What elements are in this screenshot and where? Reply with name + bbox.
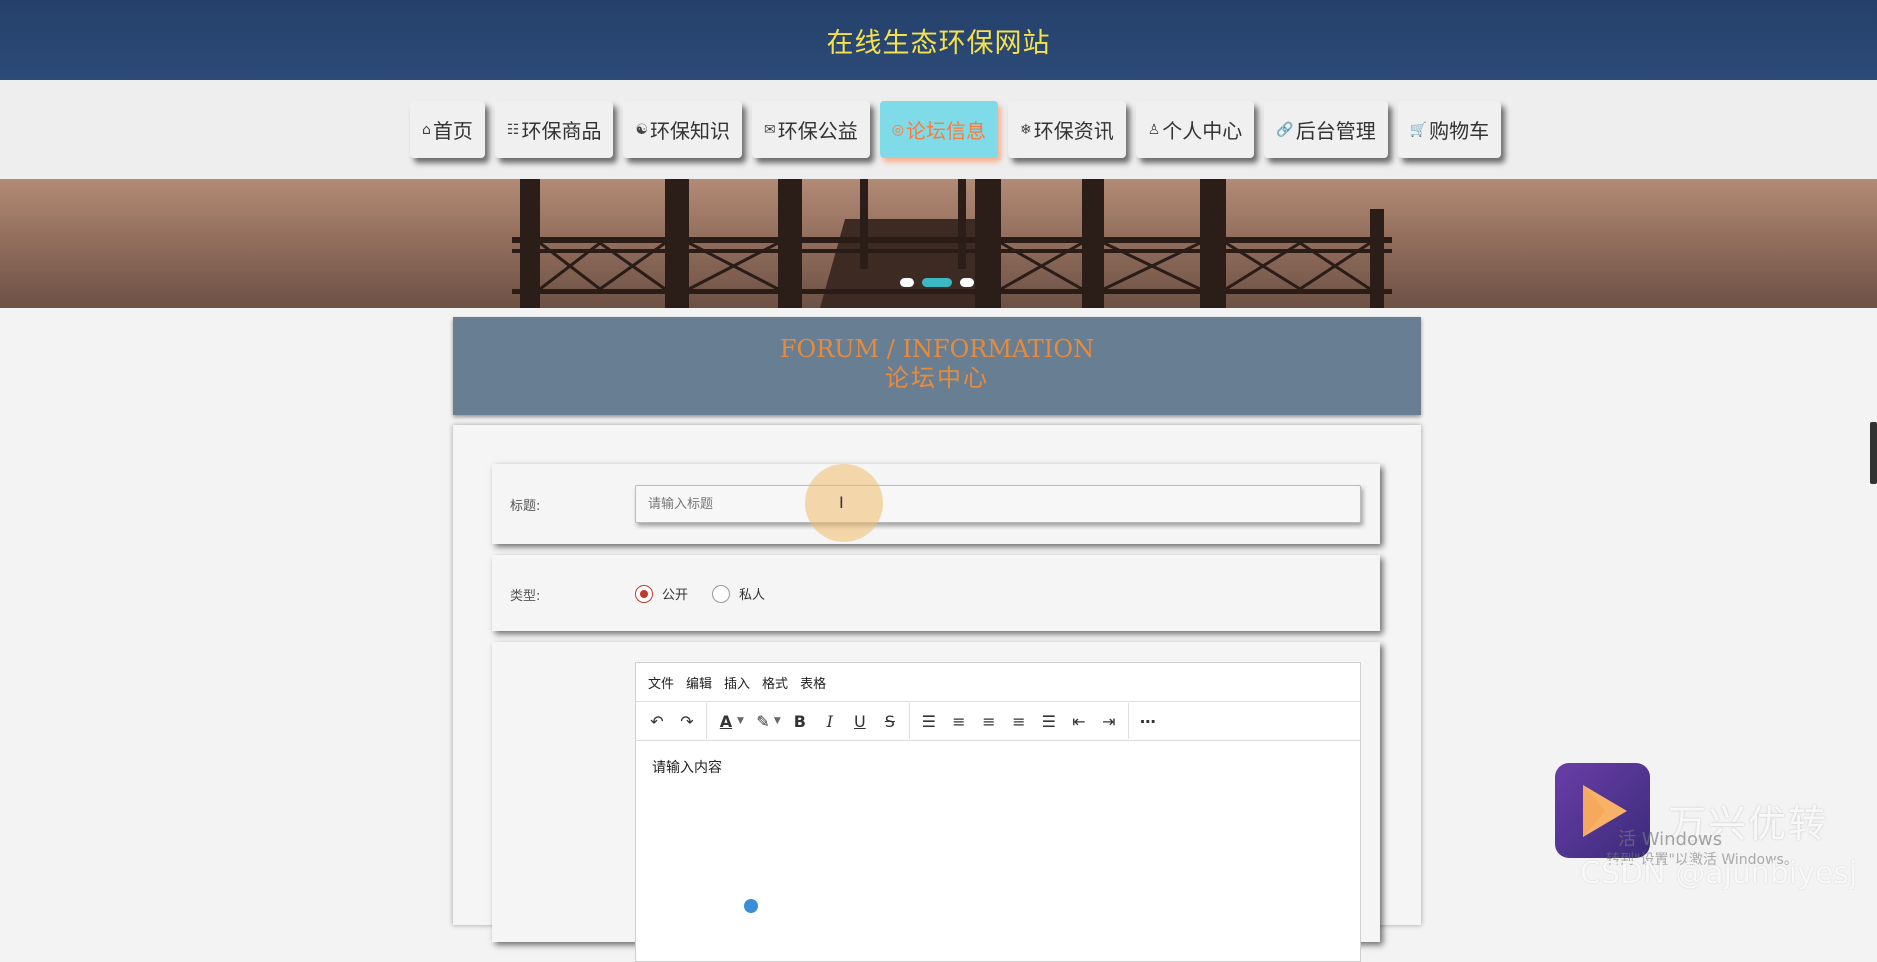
type-radio-private[interactable] (712, 584, 731, 603)
toolbar-divider (908, 703, 910, 739)
align-left-icon[interactable]: ≡ (944, 706, 974, 736)
align-center-icon[interactable]: ≡ (974, 706, 1004, 736)
toolbar-divider (1127, 703, 1129, 739)
more-icon[interactable]: ⋯ (1133, 706, 1163, 736)
title-label: 标题: (510, 499, 541, 514)
type-label: 类型: (510, 589, 541, 604)
windows-activation-line1: 活 Windows (1618, 829, 1723, 850)
carousel-dots (900, 278, 974, 287)
user-icon: ♙ (1147, 121, 1161, 138)
type-radio-public[interactable] (635, 584, 653, 603)
type-radio-public-label[interactable]: 公开 (662, 584, 688, 603)
chevron-down-icon[interactable]: ▼ (774, 716, 781, 726)
editor-menu-item[interactable]: 编辑 (686, 673, 712, 692)
editor-menu-item[interactable]: 文件 (648, 673, 674, 692)
home-icon: ⌂ (422, 121, 431, 138)
main-nav: ⌂ 首页 ☷ 环保商品 ☯ 环保知识 ✉ 环保公益 ◎ 论坛信息 ❄ 环保资讯 ♙ 个人中心 🔗 后台管理 🛒 购… (0, 80, 1877, 179)
forum-form: 标题: 类型: 公开 私人 文件编辑插入格式表格 ↶ ↷ A ▼ ✎ ▼ B I… (453, 425, 1421, 962)
nav-item-label: 环保资讯 (1033, 119, 1114, 143)
nav-item-8[interactable]: 🛒 购物车 (1397, 101, 1502, 158)
outdent-icon[interactable]: ⇤ (1064, 706, 1094, 736)
sliders-icon: ☷ (506, 121, 520, 138)
site-title: 在线生态环保网站 (826, 27, 1051, 59)
title-input[interactable] (635, 485, 1361, 523)
title-row: 标题: (492, 464, 1380, 544)
section-title: FORUM / INFORMATION 论坛中心 (453, 317, 1421, 415)
nav-item-label: 首页 (432, 119, 473, 143)
nav-item-2[interactable]: ☯ 环保知识 (623, 101, 743, 158)
section-title-en: FORUM / INFORMATION (779, 335, 1095, 363)
content-row: 文件 编辑 插入 格式 表格 ↶ ↷ A ▼ ✎ ▼ B I U S ☰ ≡ ≡ ≡ ☰… (492, 642, 1380, 962)
cart-icon: 🛒 (1409, 121, 1428, 138)
drag-handle[interactable] (744, 899, 758, 913)
carousel-dot[interactable] (900, 278, 914, 287)
nav-item-label: 个人中心 (1162, 119, 1243, 143)
editor-toolbar: ↶ ↷ A ▼ ✎ ▼ B I U S ☰ ≡ ≡ ≡ ☰ ⇤ ⇥ ⋯ (636, 702, 1360, 741)
bold-icon[interactable]: B (785, 706, 815, 736)
align-right-icon[interactable]: ≡ (1004, 706, 1034, 736)
snowflake-icon: ❄ (1019, 121, 1032, 138)
nav-item-7[interactable]: 🔗 后台管理 (1264, 101, 1388, 158)
scrollbar-thumb[interactable] (1870, 422, 1877, 484)
site-header: 在线生态环保网站 (0, 0, 1877, 80)
nav-item-label: 购物车 (1429, 119, 1490, 143)
nav-item-label: 环保知识 (650, 119, 731, 143)
type-radio-private-label[interactable]: 私人 (739, 584, 765, 603)
nav-item-5[interactable]: ❄ 环保资讯 (1007, 101, 1126, 158)
forum-icon: ◎ (891, 121, 904, 138)
type-radio-group: 公开 私人 (635, 584, 789, 603)
chevron-down-icon[interactable]: ▼ (737, 716, 744, 726)
pier-image (0, 179, 1877, 308)
editor-menu-item[interactable]: 插入 (724, 673, 750, 692)
toolbar-divider (706, 703, 707, 739)
nav-item-label: 论坛信息 (905, 119, 986, 143)
nav-item-4[interactable]: ◎ 论坛信息 (879, 101, 998, 158)
nav-item-1[interactable]: ☷ 环保商品 (494, 101, 614, 158)
italic-icon[interactable]: I (815, 706, 845, 736)
nav-item-label: 环保公益 (777, 119, 858, 143)
carousel-dot[interactable] (960, 278, 974, 287)
editor-content[interactable]: 请输入内容 (636, 741, 1360, 793)
nav-item-label: 后台管理 (1295, 119, 1376, 143)
section-title-cn: 论坛中心 (885, 364, 989, 392)
undo-icon[interactable]: ↶ (642, 706, 672, 736)
editor-menu-item[interactable]: 格式 (762, 673, 788, 692)
editor-menu-item[interactable]: 表格 (800, 673, 826, 692)
nav-item-label: 环保商品 (521, 119, 602, 143)
strikethrough-icon[interactable]: S (875, 706, 905, 736)
indent-icon[interactable]: ⇥ (1094, 706, 1124, 736)
text-cursor-icon: I (839, 493, 844, 512)
link-icon: 🔗 (1276, 121, 1294, 138)
csdn-watermark: CSDN @ajunbiyesj (1580, 856, 1858, 891)
nav-list: ⌂ 首页 ☷ 环保商品 ☯ 环保知识 ✉ 环保公益 ◎ 论坛信息 ❄ 环保资讯 ♙ 个人中心 🔗 后台管理 🛒 购… (410, 101, 1502, 158)
banner-carousel[interactable] (0, 179, 1877, 308)
nav-item-0[interactable]: ⌂ 首页 (410, 101, 485, 158)
mail-icon: ✉ (764, 121, 776, 138)
carousel-dot[interactable] (922, 278, 952, 287)
editor-menubar: 文件 编辑 插入 格式 表格 (636, 663, 1360, 702)
nav-item-6[interactable]: ♙ 个人中心 (1135, 101, 1255, 158)
underline-icon[interactable]: U (845, 706, 875, 736)
type-row: 类型: 公开 私人 (492, 555, 1380, 631)
knowledge-icon: ☯ (635, 121, 649, 138)
nav-item-3[interactable]: ✉ 环保公益 (752, 101, 870, 158)
align-justify-icon[interactable]: ☰ (1034, 706, 1064, 736)
rich-text-editor: 文件 编辑 插入 格式 表格 ↶ ↷ A ▼ ✎ ▼ B I U S ☰ ≡ ≡ ≡ ☰… (635, 662, 1361, 962)
line-height-icon[interactable]: ☰ (914, 706, 944, 736)
redo-icon[interactable]: ↷ (672, 706, 702, 736)
